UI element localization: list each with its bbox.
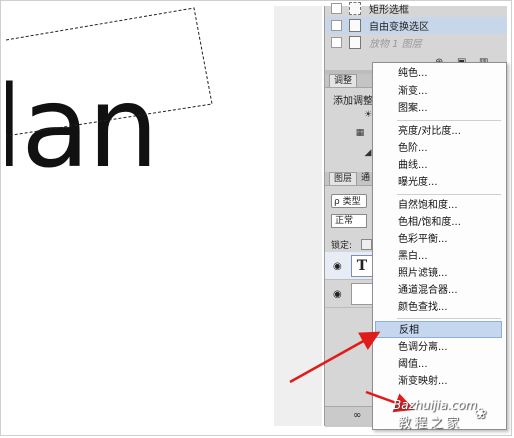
history-checkbox[interactable] — [331, 37, 342, 48]
text-layer-thumbnail: T — [351, 255, 373, 277]
menu-item-color-lookup[interactable]: 颜色查找... — [373, 299, 504, 316]
document-icon — [349, 36, 361, 49]
menu-item-vibrance[interactable]: 自然饱和度... — [373, 197, 504, 214]
menu-item-posterize[interactable]: 色调分离... — [373, 339, 504, 356]
menu-item-threshold[interactable]: 阈值... — [373, 356, 504, 373]
menu-item-curves[interactable]: 曲线... — [373, 157, 504, 174]
document-icon — [349, 19, 361, 32]
watermark-site-name: 教程之家 — [398, 416, 463, 431]
history-checkbox[interactable] — [331, 20, 342, 31]
menu-item-color-balance[interactable]: 色彩平衡... — [373, 231, 504, 248]
menu-item-photo-filter[interactable]: 照片滤镜... — [373, 265, 504, 282]
link-icon[interactable]: ∞ — [353, 410, 361, 421]
history-item-label: 矩形选框 — [369, 5, 409, 16]
tab-adjustments[interactable]: 调整 — [329, 74, 358, 87]
history-item[interactable]: 矩形选框 — [325, 0, 507, 17]
lock-transparency-checkbox[interactable] — [361, 239, 372, 250]
blend-mode-select[interactable]: 正常 — [331, 214, 367, 228]
history-item-label: 自由变换选区 — [369, 22, 429, 33]
menu-item-pattern[interactable]: 图案... — [373, 100, 504, 117]
adjustments-title: 添加调整 — [333, 96, 373, 107]
menu-separator — [397, 120, 501, 121]
history-item-dimmed[interactable]: 放物 1 图层 — [325, 34, 507, 51]
pasteboard — [274, 6, 322, 426]
document-canvas[interactable]: lan — [6, 6, 274, 426]
menu-item-black-white[interactable]: 黑白... — [373, 248, 504, 265]
menu-item-exposure[interactable]: 曝光度... — [373, 174, 504, 191]
menu-item-hue-saturation[interactable]: 色相/饱和度... — [373, 214, 504, 231]
watermark-logo-icon: ❀ — [474, 404, 487, 422]
menu-item-levels[interactable]: 色阶... — [373, 140, 504, 157]
menu-item-gradient[interactable]: 渐变... — [373, 83, 504, 100]
menu-separator — [397, 318, 501, 319]
menu-item-brightness-contrast[interactable]: 亮度/对比度... — [373, 123, 504, 140]
lock-label: 锁定: — [331, 241, 353, 251]
menu-item-solid-color[interactable]: 纯色... — [373, 65, 504, 82]
menu-item-invert[interactable]: 反相 — [375, 321, 502, 338]
watermark-url: Bazhuijia.com — [393, 398, 477, 412]
layer-thumbnail — [351, 283, 373, 305]
tab-layers[interactable]: 图层 — [329, 172, 358, 185]
menu-item-channel-mixer[interactable]: 通道混合器... — [373, 282, 504, 299]
layer-filter-select[interactable]: ρ 类型 — [331, 194, 367, 208]
history-checkbox[interactable] — [331, 3, 342, 14]
levels-icon[interactable]: ▦ — [355, 128, 365, 138]
selection-marquee[interactable] — [6, 6, 274, 166]
menu-separator — [397, 194, 501, 195]
eye-icon[interactable]: ◉ — [333, 289, 342, 300]
menu-item-gradient-map[interactable]: 渐变映射... — [373, 373, 504, 390]
new-adjustment-layer-menu: 纯色... 渐变... 图案... 亮度/对比度... 色阶... 曲线... … — [372, 62, 507, 430]
eye-icon[interactable]: ◉ — [333, 261, 342, 272]
history-item-label: 放物 1 图层 — [369, 39, 422, 50]
history-item-selected[interactable]: 自由变换选区 — [325, 17, 507, 34]
marquee-icon — [349, 2, 361, 15]
